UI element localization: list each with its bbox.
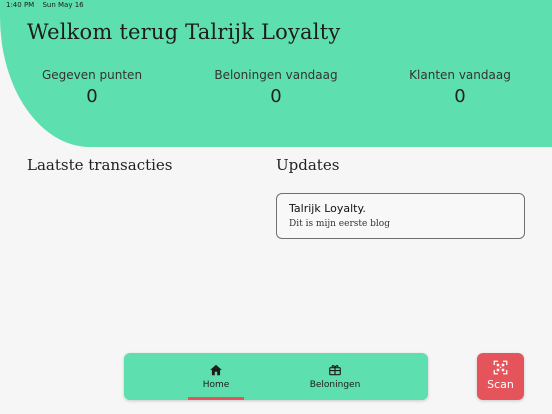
- home-icon: [210, 364, 222, 376]
- header-banner: Welkom terug Talrijk Loyalty Gegeven pun…: [0, 0, 552, 147]
- nav-item-label: Beloningen: [309, 380, 361, 390]
- update-card-title: Talrijk Loyalty.: [289, 202, 366, 215]
- stat-label: Klanten vandaag: [409, 68, 511, 82]
- nav-item-home[interactable]: Home: [171, 353, 261, 400]
- nav-item-rewards[interactable]: Beloningen: [290, 353, 380, 400]
- status-time: 1:40 PM: [6, 1, 35, 9]
- transactions-heading: Laatste transacties: [27, 156, 173, 174]
- update-card-body: Dit is mijn eerste blog: [289, 219, 390, 229]
- stat-customers-today: Klanten vandaag 0: [368, 68, 552, 118]
- stat-rewards-today: Beloningen vandaag 0: [184, 68, 368, 118]
- updates-heading: Updates: [276, 156, 340, 174]
- stat-given-points: Gegeven punten 0: [0, 68, 184, 118]
- active-tab-indicator: [188, 397, 244, 400]
- gift-icon: [329, 365, 341, 376]
- stat-value: 0: [454, 86, 466, 107]
- update-card[interactable]: Talrijk Loyalty. Dit is mijn eerste blog: [276, 193, 525, 239]
- status-date: Sun May 16: [42, 1, 84, 9]
- bottom-navigation: Home Beloningen: [124, 353, 428, 400]
- stat-label: Gegeven punten: [41, 68, 143, 82]
- stat-value: 0: [270, 86, 282, 107]
- stat-label: Beloningen vandaag: [214, 68, 338, 82]
- scan-button[interactable]: Scan: [477, 353, 524, 400]
- page-title: Welkom terug Talrijk Loyalty: [27, 20, 341, 44]
- status-bar: 1:40 PM Sun May 16: [0, 0, 552, 10]
- app-screen: 1:40 PM Sun May 16 Welkom terug Talrijk …: [0, 0, 552, 414]
- nav-item-label: Home: [202, 380, 230, 390]
- stats-row: Gegeven punten 0 Beloningen vandaag 0 Kl…: [0, 68, 552, 118]
- scan-label: Scan: [487, 378, 514, 391]
- qr-scan-icon: [493, 360, 508, 375]
- stat-value: 0: [86, 86, 98, 107]
